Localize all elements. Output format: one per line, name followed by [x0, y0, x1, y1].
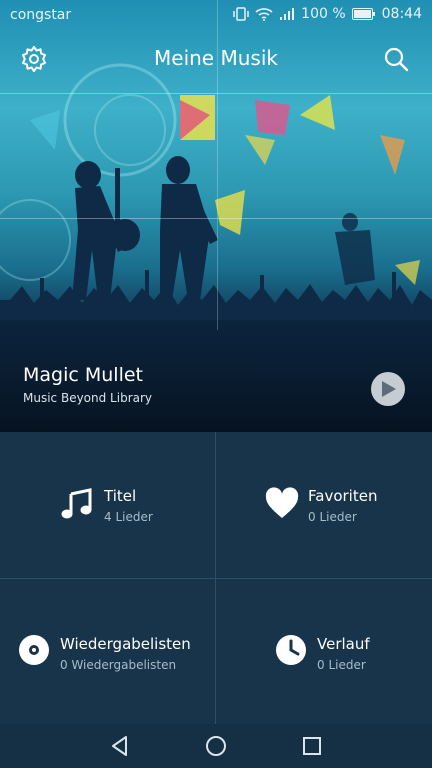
- play-icon: [382, 381, 396, 397]
- vibrate-icon: [233, 7, 249, 21]
- category-count: 0 Lieder: [317, 658, 366, 672]
- app-bar: Meine Musik: [0, 36, 432, 82]
- carrier-label: congstar: [10, 7, 72, 23]
- category-history[interactable]: Verlauf 0 Lieder: [216, 579, 431, 725]
- album-title: Magic Mullet: [23, 364, 143, 386]
- clock-icon: [276, 635, 306, 665]
- category-count: 0 Wiedergabelisten: [60, 658, 177, 672]
- battery-icon: [351, 8, 376, 20]
- category-label: Verlauf: [317, 635, 370, 653]
- status-right: 100 % 08:44: [233, 6, 422, 22]
- artwork-line: [0, 93, 432, 94]
- category-label: Favoriten: [308, 487, 378, 505]
- battery-percent: 100 %: [301, 6, 346, 22]
- category-count: 4 Lieder: [104, 510, 153, 524]
- page-title: Meine Musik: [154, 46, 278, 70]
- music-note-icon: [61, 488, 92, 519]
- artwork-line: [0, 218, 432, 219]
- signal-icon: [279, 8, 295, 20]
- category-playlists[interactable]: Wiedergabelisten 0 Wiedergabelisten: [0, 579, 215, 725]
- back-icon[interactable]: [109, 735, 131, 757]
- navigation-bar: [0, 724, 432, 768]
- album-subtitle: Music Beyond Library: [23, 391, 153, 405]
- category-favorites[interactable]: Favoriten 0 Lieder: [216, 432, 431, 578]
- status-bar: congstar 100 % 08:44: [0, 0, 432, 32]
- home-icon[interactable]: [205, 735, 227, 757]
- recents-icon[interactable]: [301, 735, 323, 757]
- category-grid: Titel 4 Lieder Favoriten 0 Lieder Wieder…: [0, 432, 432, 724]
- category-count: 0 Lieder: [308, 510, 357, 524]
- clock: 08:44: [381, 6, 422, 22]
- disc-icon: [19, 635, 49, 665]
- search-icon: [384, 47, 409, 72]
- search-button[interactable]: [381, 44, 411, 74]
- wifi-icon: [255, 7, 273, 21]
- play-button[interactable]: [371, 372, 405, 406]
- category-label: Wiedergabelisten: [60, 635, 191, 653]
- heart-icon: [265, 487, 299, 518]
- category-tracks[interactable]: Titel 4 Lieder: [0, 432, 215, 578]
- category-label: Titel: [104, 487, 137, 505]
